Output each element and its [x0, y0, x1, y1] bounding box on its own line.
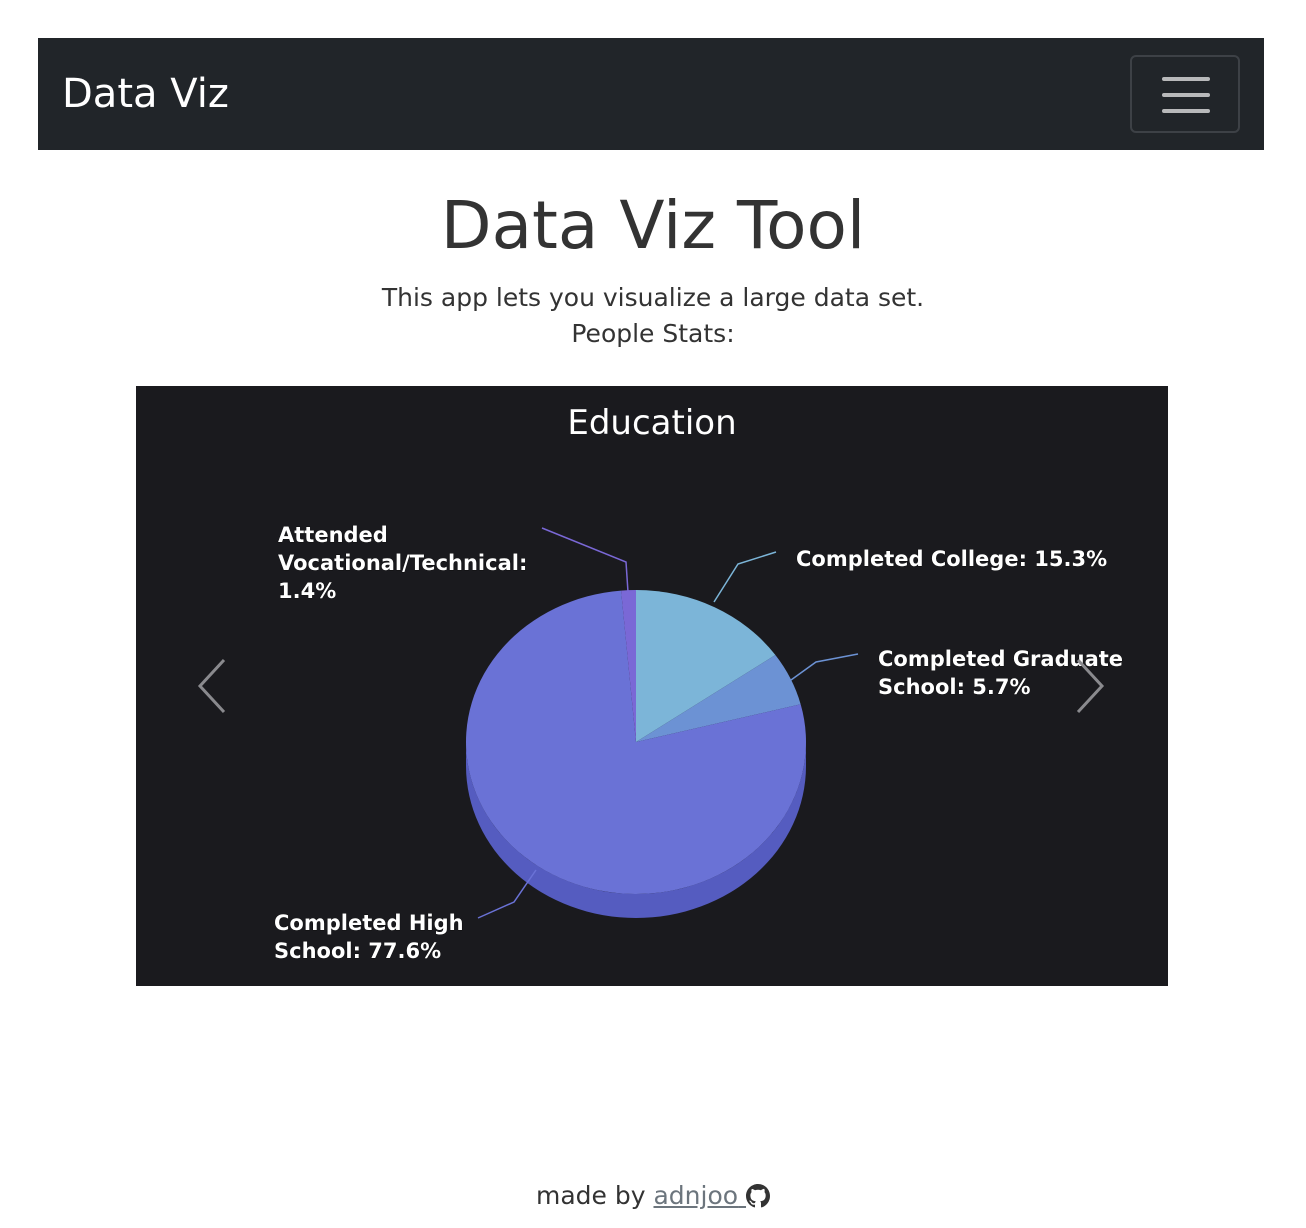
chart-carousel: Education Completed College: 15.3% Complet…: [136, 386, 1168, 986]
data-label-line: Completed High: [274, 911, 464, 935]
navbar: Data Viz: [38, 38, 1264, 150]
navbar-brand[interactable]: Data Viz: [62, 68, 229, 120]
chevron-left-icon: [197, 658, 226, 714]
data-label-line: School: 77.6%: [274, 939, 441, 963]
footer: made by adnjoo: [0, 1178, 1306, 1214]
hamburger-icon: [1162, 77, 1210, 81]
subtitle: People Stats:: [571, 319, 735, 348]
hamburger-icon: [1162, 93, 1210, 97]
label-connector-completed-college: [713, 551, 777, 603]
label-connector-completed-graduate-school: [790, 653, 859, 681]
data-label-line: Vocational/Technical:: [278, 551, 527, 575]
carousel-prev-button[interactable]: [182, 644, 242, 724]
data-label-line: Completed College: 15.3%: [796, 547, 1107, 571]
data-label-line: School: 5.7%: [878, 675, 1031, 699]
data-label-completed-high-school: Completed High School: 77.6%: [274, 911, 464, 963]
hamburger-icon: [1162, 109, 1210, 113]
carousel-next-button[interactable]: [1062, 644, 1122, 724]
intro: This app lets you visualize a large data…: [0, 280, 1306, 352]
description: This app lets you visualize a large data…: [381, 283, 925, 312]
navbar-toggler-button[interactable]: [1130, 55, 1240, 133]
author-name: adnjoo: [653, 1181, 739, 1210]
chevron-right-icon: [1076, 658, 1105, 714]
data-label-line: Attended: [278, 523, 388, 547]
data-label-line: 1.4%: [278, 579, 336, 603]
chart-title: Education: [567, 403, 736, 443]
author-link[interactable]: adnjoo: [653, 1181, 771, 1210]
label-connector-attended-vocational-technical: [541, 527, 629, 593]
data-label-attended-vocational-technical: Attended Vocational/Technical: 1.4%: [278, 523, 527, 603]
education-pie-chart: Education Completed College: 15.3% Complet…: [274, 403, 1124, 963]
page-title: Data Viz Tool: [440, 187, 866, 264]
data-label-completed-college: Completed College: 15.3%: [796, 547, 1107, 571]
footer-prefix: made by: [535, 1181, 646, 1210]
github-icon: [746, 1184, 771, 1208]
